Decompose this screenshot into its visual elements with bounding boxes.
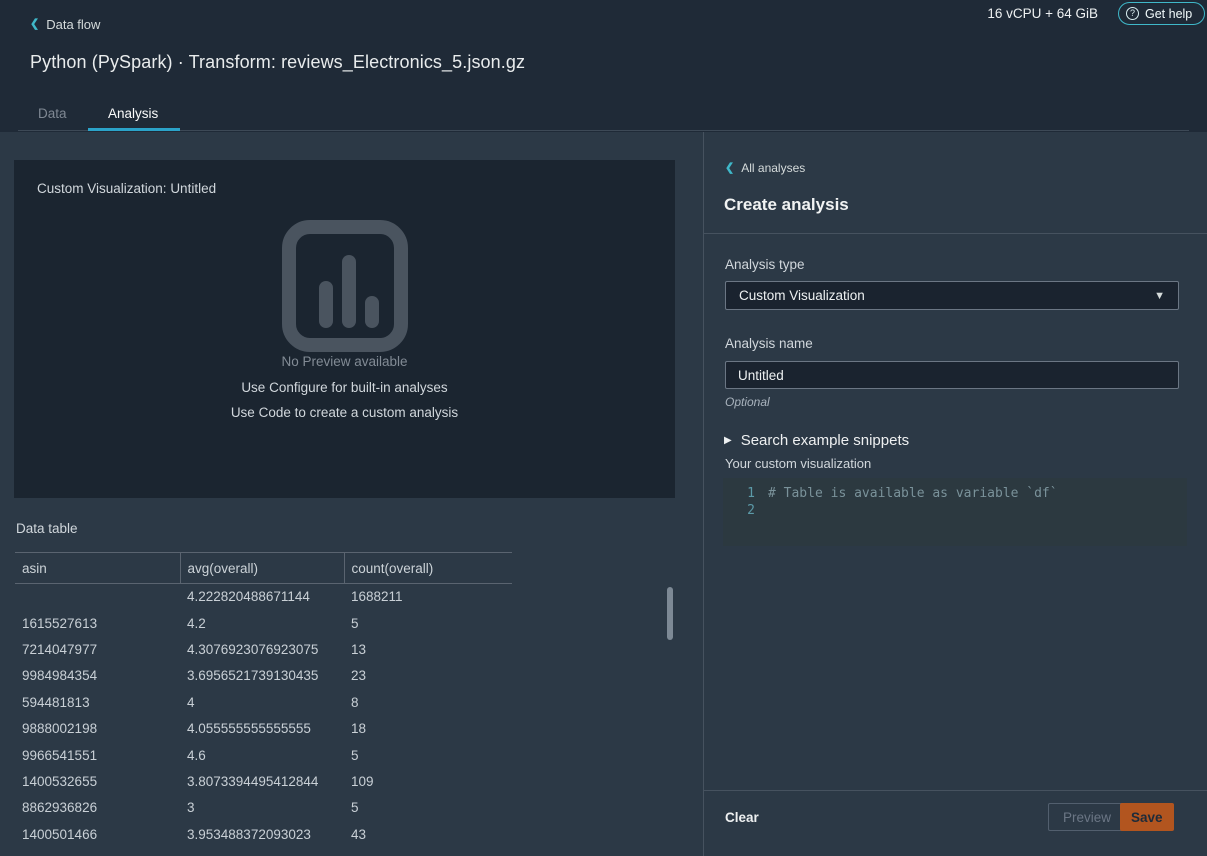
search-example-snippets-expander[interactable]: ▶ Search example snippets [724,432,909,449]
table-row: 98880021984.05555555555555518 [15,715,512,741]
table-cell: 3 [180,795,344,821]
active-tab-underline [88,128,180,131]
table-row: 72140479774.307692307692307513 [15,636,512,662]
column-header-avg-overall[interactable]: avg(overall) [180,553,344,584]
table-cell: 4.222820488671144 [180,584,344,610]
table-cell: 5 [344,795,512,821]
code-lines: 1 # Table is available as variable `df` 2 [723,486,1187,519]
table-cell: 4.2 [180,610,344,636]
table-cell: 8 [344,689,512,715]
code-editor[interactable]: 1 # Table is available as variable `df` 2 [723,478,1187,546]
section-divider [704,233,1207,234]
table-row: 59448181348 [15,689,512,715]
table-cell: 109 [344,768,512,794]
table-row: 14005014663.95348837209302343 [15,821,512,847]
table-cell: 9888002198 [15,715,180,741]
table-cell: 23 [344,663,512,689]
table-row: 16155276134.25 [15,610,512,636]
table-cell: 43 [344,821,512,847]
back-to-data-flow[interactable]: ❮ Data flow [30,17,100,32]
tab-divider [18,130,1189,131]
hint-code: Use Code to create a custom analysis [14,405,675,420]
table-cell: 1400532655 [15,768,180,794]
table-cell: 1688211 [344,584,512,610]
get-help-label: Get help [1145,7,1192,21]
table-cell: 5 [344,742,512,768]
analysis-name-label: Analysis name [725,336,813,351]
disclosure-triangle-icon: ▶ [724,435,732,446]
table-cell: 7214047977 [15,636,180,662]
code-line: 2 [723,503,1187,520]
tab-data[interactable]: Data [38,106,67,121]
bar-chart-icon [279,220,411,352]
column-header-count-overall[interactable]: count(overall) [344,553,512,584]
table-body: 4.222820488671144168821116155276134.2572… [15,584,512,848]
table-row: 4.2228204886711441688211 [15,584,512,610]
table-cell: 3.6956521739130435 [180,663,344,689]
preview-button[interactable]: Preview [1048,803,1126,831]
visualization-title: Custom Visualization: Untitled [37,181,216,196]
table-cell: 4.3076923076923075 [180,636,344,662]
instance-resources: 16 vCPU + 64 GiB [987,6,1098,21]
get-help-button[interactable]: ? Get help [1118,2,1205,25]
table-scrollbar-thumb[interactable] [667,587,673,640]
back-to-all-analyses[interactable]: ❮ All analyses [725,161,805,175]
all-analyses-label: All analyses [741,161,805,175]
table-cell: 594481813 [15,689,180,715]
table-cell: 3.953488372093023 [180,821,344,847]
table-cell: 1615527613 [15,610,180,636]
table-row: 99665415514.65 [15,742,512,768]
table-cell: 8862936826 [15,795,180,821]
column-header-asin[interactable]: asin [15,553,180,584]
custom-visualization-label: Your custom visualization [725,456,871,471]
analysis-type-label: Analysis type [725,257,805,272]
tab-analysis[interactable]: Analysis [108,106,158,121]
table-cell [15,584,180,610]
back-to-data-flow-label: Data flow [46,17,100,32]
table-row: 886293682635 [15,795,512,821]
analysis-type-select[interactable]: Custom Visualization ▼ [725,281,1179,310]
optional-hint: Optional [725,395,770,409]
table-cell: 5 [344,610,512,636]
table-row: 14005326553.8073394495412844109 [15,768,512,794]
code-line: 1 # Table is available as variable `df` [723,486,1187,503]
data-table: asin avg(overall) count(overall) 4.22282… [15,552,512,847]
back-chevron-icon: ❮ [30,19,39,30]
panel-divider [703,132,704,856]
line-number: 1 [723,486,755,503]
table-cell: 4.6 [180,742,344,768]
table-cell: 9966541551 [15,742,180,768]
table-cell: 1400501466 [15,821,180,847]
table-cell: 18 [344,715,512,741]
table-header-row: asin avg(overall) count(overall) [15,553,512,584]
table-cell: 4.055555555555555 [180,715,344,741]
code-text: # Table is available as variable `df` [768,486,1058,503]
question-mark-icon: ? [1126,7,1139,20]
back-chevron-icon: ❮ [725,163,734,174]
table-row: 99849843543.695652173913043523 [15,663,512,689]
page-title: Python (PySpark) · Transform: reviews_El… [30,52,525,73]
data-table-title: Data table [16,521,78,536]
chevron-down-icon: ▼ [1154,290,1165,302]
analysis-name-input[interactable] [725,361,1179,389]
search-example-snippets-label: Search example snippets [741,432,909,449]
visualization-preview-panel: Custom Visualization: Untitled No Previe… [14,160,675,498]
table-cell: 4 [180,689,344,715]
table-cell: 9984984354 [15,663,180,689]
footer-divider [704,790,1207,791]
create-analysis-title: Create analysis [724,195,849,215]
data-wrangler-page: { "colors": { "accent": "#3fb8c9", "tab_… [0,0,1207,856]
analysis-type-value: Custom Visualization [739,288,865,303]
no-preview-message: No Preview available [14,354,675,369]
line-number: 2 [723,503,755,520]
hint-configure: Use Configure for built-in analyses [14,380,675,395]
table-cell: 13 [344,636,512,662]
clear-button[interactable]: Clear [725,810,759,825]
save-button[interactable]: Save [1120,803,1174,831]
table-cell: 3.8073394495412844 [180,768,344,794]
